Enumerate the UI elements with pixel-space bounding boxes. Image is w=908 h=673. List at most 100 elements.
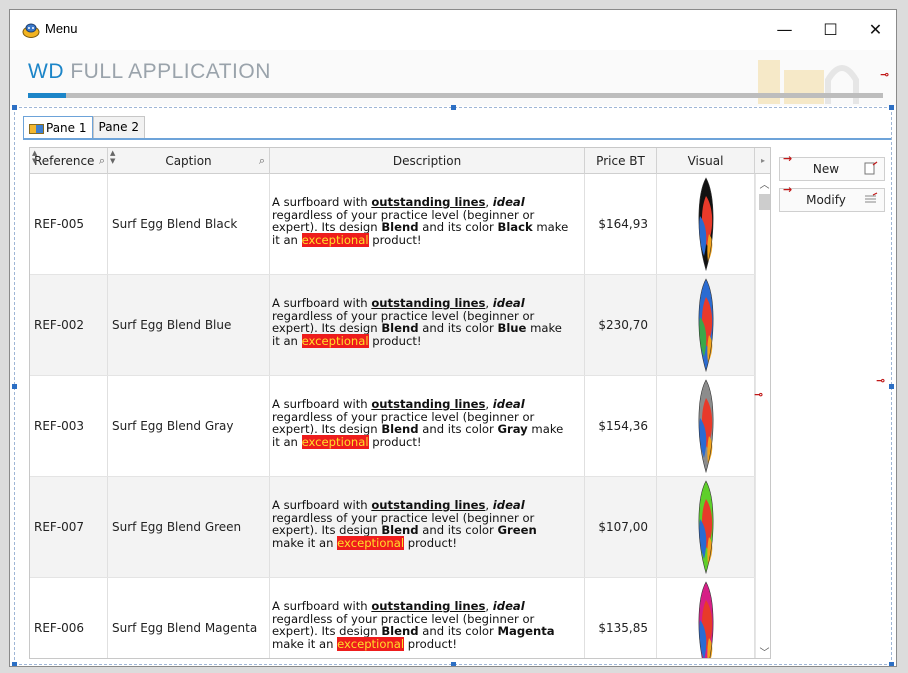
table-row[interactable]: REF-002 Surf Egg Blend Blue A surfboard … (30, 275, 755, 376)
product-table[interactable]: ▲ ▼ Reference ⌕ ▲ ▼ Caption ⌕ Description … (29, 147, 771, 659)
description-text: product! (404, 636, 458, 651)
tab-bar: Pane 1 Pane 2 (23, 116, 145, 140)
surfboard-image (698, 379, 713, 474)
window-title: Menu (45, 21, 78, 36)
column-label: Caption (165, 154, 212, 168)
frame-handle[interactable] (12, 105, 17, 110)
cell-visual (657, 376, 755, 476)
column-label: Reference (34, 154, 95, 168)
search-icon[interactable]: ⌕ (99, 148, 105, 174)
column-header-caption[interactable]: ▲ ▼ Caption ⌕ (108, 148, 270, 174)
modify-button[interactable]: → Modify (779, 183, 885, 212)
column-label: Description (392, 154, 462, 168)
cell-reference: REF-005 (30, 174, 108, 274)
frame-handle[interactable] (451, 105, 456, 110)
pane-icon (29, 123, 44, 134)
column-label: Price BT (596, 154, 645, 168)
column-header-visual[interactable]: Visual (657, 148, 755, 174)
app-header: WD FULL APPLICATION (10, 50, 896, 106)
frame-handle[interactable] (12, 384, 17, 389)
tab-pane-1[interactable]: Pane 1 (23, 116, 93, 140)
cell-visual (657, 477, 755, 577)
cell-reference: REF-007 (30, 477, 108, 577)
app-title: WD FULL APPLICATION (28, 60, 271, 84)
reference-text: REF-002 (34, 318, 85, 332)
description-highlight: exceptional (337, 636, 405, 651)
reference-text: REF-006 (34, 621, 85, 635)
modify-button-label: Modify (806, 193, 846, 207)
scroll-thumb[interactable] (759, 194, 770, 210)
frame-handle[interactable] (889, 105, 894, 110)
cell-reference: REF-006 (30, 578, 108, 658)
header-progress-bar (28, 93, 883, 98)
table-row[interactable]: REF-003 Surf Egg Blend Gray A surfboard … (30, 376, 755, 477)
anchor-icon: ⊸ (754, 388, 764, 401)
cell-description: A surfboard with outstanding lines, idea… (270, 578, 585, 658)
cell-description: A surfboard with outstanding lines, idea… (270, 477, 585, 577)
scroll-down-icon[interactable]: ﹀ (756, 644, 770, 658)
column-header-reference[interactable]: ▲ ▼ Reference ⌕ (30, 148, 108, 174)
price-text: $107,00 (598, 520, 648, 534)
cell-caption: Surf Egg Blend Black (108, 174, 270, 274)
cell-price: $154,36 (585, 376, 657, 476)
description-highlight: exceptional (301, 333, 369, 348)
anchor-icon: ⊸ (880, 68, 890, 81)
table-row[interactable]: REF-007 Surf Egg Blend Green A surfboard… (30, 477, 755, 578)
frame-handle[interactable] (12, 662, 17, 666)
price-text: $135,85 (598, 621, 648, 635)
price-text: $164,93 (598, 217, 648, 231)
table-row[interactable]: REF-005 Surf Egg Blend Black A surfboard… (30, 174, 755, 275)
column-header-price[interactable]: Price BT (585, 148, 657, 174)
description-highlight: exceptional (301, 232, 369, 247)
column-header-description[interactable]: Description (270, 148, 585, 174)
description-text: and its color (418, 321, 498, 335)
cell-visual (657, 275, 755, 375)
sort-icon[interactable]: ▲ ▼ (32, 149, 37, 165)
table-header: ▲ ▼ Reference ⌕ ▲ ▼ Caption ⌕ Description … (30, 148, 770, 174)
description-text: product! (368, 434, 422, 449)
column-menu-icon[interactable]: ▸ (755, 148, 770, 174)
app-title-rest: FULL APPLICATION (64, 60, 271, 83)
cell-description: A surfboard with outstanding lines, idea… (270, 174, 585, 274)
anchor-icon: → (783, 183, 793, 196)
scroll-up-icon[interactable]: ︿ (756, 176, 770, 191)
tab-underline (23, 138, 891, 140)
anchor-icon: ⊸ (876, 374, 886, 387)
description-text: make it an (272, 535, 338, 550)
description-text: and its color (418, 220, 498, 234)
description-color: Black (497, 220, 533, 234)
vertical-scrollbar[interactable]: ︿ ﹀ (755, 174, 770, 658)
price-text: $154,36 (598, 419, 648, 433)
column-label: Visual (687, 154, 724, 168)
anchor-icon: → (783, 152, 793, 165)
tab-label: Pane 2 (98, 120, 140, 134)
cell-price: $230,70 (585, 275, 657, 375)
app-title-brand: WD (28, 60, 64, 83)
reference-text: REF-005 (34, 217, 85, 231)
title-bar: Menu — ☐ ✕ (10, 10, 896, 50)
reference-text: REF-007 (34, 520, 85, 534)
modify-list-icon (865, 192, 878, 203)
caption-text: Surf Egg Blend Black (112, 217, 238, 231)
surfboard-image (698, 480, 713, 575)
table-row[interactable]: REF-006 Surf Egg Blend Magenta A surfboa… (30, 578, 755, 658)
frame-handle[interactable] (889, 384, 894, 389)
price-text: $230,70 (598, 318, 648, 332)
tab-pane-2[interactable]: Pane 2 (92, 116, 145, 138)
description-color: Blue (497, 321, 527, 335)
description-text: product! (368, 232, 422, 247)
sort-icon[interactable]: ▲ ▼ (110, 149, 115, 165)
frame-handle[interactable] (451, 662, 456, 666)
new-button[interactable]: → New (779, 152, 885, 181)
cell-caption: Surf Egg Blend Gray (108, 376, 270, 476)
description-color: Magenta (497, 624, 555, 638)
close-button[interactable]: ✕ (853, 10, 896, 50)
cell-description: A surfboard with outstanding lines, idea… (270, 275, 585, 375)
maximize-button[interactable]: ☐ (808, 10, 853, 50)
description-highlight: exceptional (337, 535, 405, 550)
frame-handle[interactable] (889, 662, 894, 666)
minimize-button[interactable]: — (762, 10, 807, 50)
description-text: and its color (418, 422, 498, 436)
reference-text: REF-003 (34, 419, 85, 433)
search-icon[interactable]: ⌕ (259, 148, 265, 174)
